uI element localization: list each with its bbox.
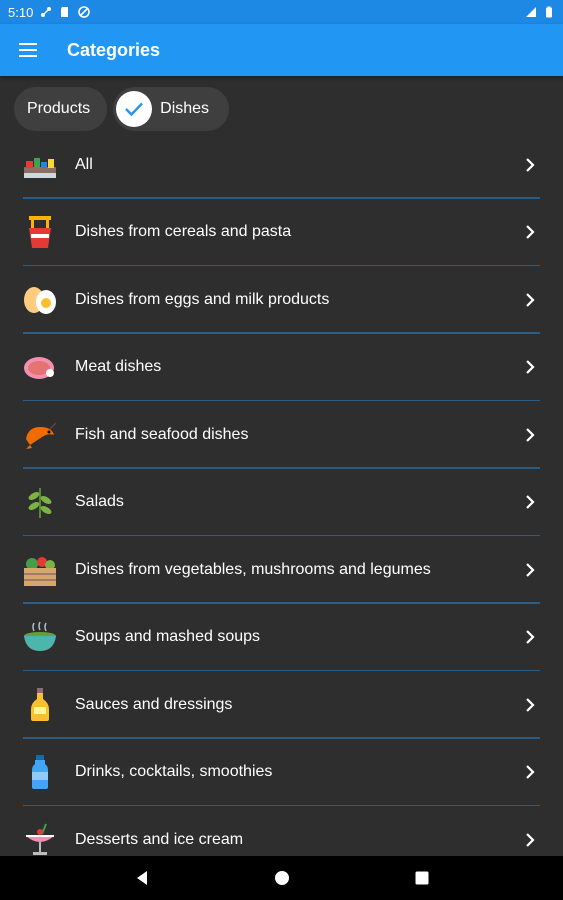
list-item-sauces[interactable]: Sauces and dressings [0,671,563,739]
chevron-right-icon [526,225,535,240]
shrimp-icon [26,422,57,449]
chip-label: Products [27,100,91,117]
herb-icon [28,488,52,519]
page-title: Categories [67,39,161,60]
recents-button[interactable] [402,858,442,898]
list-item-vegetables[interactable]: Dishes from vegetables, mushrooms and le… [0,536,563,604]
list-item-salads[interactable]: Salads [0,469,563,536]
category-label: Sauces and dressings [75,695,233,713]
sync-icon [41,7,52,17]
water-bottle-icon [32,755,48,790]
chip-dishes[interactable]: Dishes [113,87,230,131]
eggs-icon [24,286,56,314]
soup-bowl-icon [24,621,56,652]
noodles-icon [29,216,51,249]
category-label: Desserts and ice cream [75,830,244,848]
list-item-cereals-pasta[interactable]: Dishes from cereals and pasta [0,199,563,266]
ice-cream-icon [26,823,54,855]
list-item-fish-seafood[interactable]: Fish and seafood dishes [0,401,563,469]
status-time: 5:10 [8,4,34,20]
category-label: Meat dishes [75,358,162,376]
app-bar: Categories [0,24,563,76]
oil-bottle-icon [31,687,49,721]
list-item-soups[interactable]: Soups and mashed soups [0,604,563,671]
category-list: All Dishes from cereals and pasta Dishes… [0,131,563,874]
chevron-right-icon [526,562,535,577]
category-label: Soups and mashed soups [75,628,261,646]
category-label: Drinks, cocktails, smoothies [75,763,273,781]
meat-icon [24,357,54,380]
home-button[interactable] [262,858,302,898]
chevron-right-icon [526,292,535,307]
list-item-eggs-milk[interactable]: Dishes from eggs and milk products [0,266,563,334]
category-label: Dishes from eggs and milk products [75,290,330,308]
recents-square-icon [415,871,428,885]
category-label: Dishes from cereals and pasta [75,223,292,241]
chevron-right-icon [526,765,535,780]
chevron-right-icon [526,697,535,712]
battery-icon [546,6,552,18]
category-label: Fish and seafood dishes [75,425,249,443]
status-bar: 5:10 [0,0,563,24]
menu-button[interactable] [0,24,56,76]
back-button[interactable] [122,858,162,898]
category-label: Dishes from vegetables, mushrooms and le… [75,560,431,578]
chevron-right-icon [526,630,535,645]
hamburger-menu-icon [19,43,37,57]
chevron-right-icon [526,832,535,847]
vegetable-crate-icon [24,556,56,586]
data-saver-icon [78,6,91,18]
chevron-right-icon [526,360,535,375]
chevron-right-icon [526,157,535,172]
chip-products[interactable]: Products [14,87,108,131]
back-triangle-icon [136,871,147,885]
list-item-meat[interactable]: Meat dishes [0,334,563,401]
sd-card-icon [61,7,69,17]
check-icon [116,91,153,127]
chevron-right-icon [526,495,535,510]
category-label: Salads [75,493,124,511]
chip-label: Dishes [160,100,210,117]
signal-icon [526,7,536,17]
filter-chips: Products Dishes [14,87,230,131]
home-circle-icon [274,871,289,885]
list-item-drinks[interactable]: Drinks, cocktails, smoothies [0,739,563,806]
all-dishes-icon [24,157,56,178]
list-item-all[interactable]: All [0,131,563,199]
category-label: All [75,155,93,173]
chevron-right-icon [526,427,535,442]
system-nav-bar [0,856,563,900]
